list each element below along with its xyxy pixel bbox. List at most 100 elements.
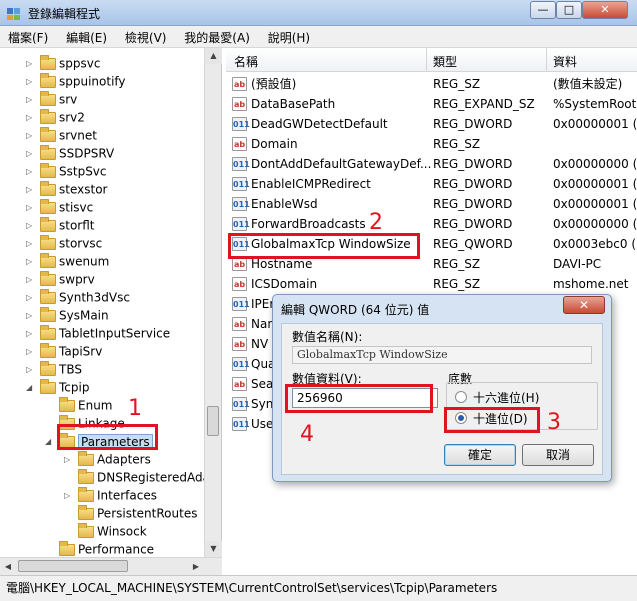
list-item[interactable]: 011 DeadGWDetectDefault REG_DWORD 0x0000000… [226,114,637,134]
binary-value-icon: 011 [232,157,250,171]
tree-item[interactable]: DNSRegisteredAda [64,468,210,486]
hex-radio[interactable] [455,391,467,403]
list-item[interactable]: 011 EnableWsd REG_DWORD 0x00000001 ( [226,194,637,214]
list-item[interactable]: ab DataBasePath REG_EXPAND_SZ %SystemRoot [226,94,637,114]
registry-tree[interactable]: ▷ sppsvc ▷ sppuinotify ▷ srv ▷ srv2 ▷ srvnet ▷ SSDP… [0,48,222,575]
tree-item[interactable]: ▷ TabletInputService [26,324,170,342]
list-item[interactable]: ab Domain REG_SZ [226,134,637,154]
scroll-right-icon[interactable]: ▶ [188,558,204,575]
tree-item[interactable]: Enum [45,396,112,414]
tree-item-label: Winsock [97,524,147,539]
collapse-arrow-icon[interactable]: ◢ [26,379,36,397]
expand-arrow-icon[interactable]: ▷ [26,181,36,199]
cancel-button[interactable]: 取消 [522,444,594,466]
tree-item[interactable]: ▷ SysMain [26,306,109,324]
string-value-icon: ab [232,137,247,151]
value-type: REG_DWORD [433,157,513,171]
dialog-close-button[interactable]: ✕ [563,296,605,314]
tree-item[interactable]: ▷ srv2 [26,108,85,126]
string-value-icon: ab [232,77,247,91]
expand-arrow-icon[interactable]: ▷ [26,343,36,361]
tree-vertical-scrollbar[interactable]: ▲ ▼ [204,48,222,557]
column-name[interactable]: 名稱 [234,53,258,70]
tree-item[interactable]: ▷ Interfaces [64,486,157,504]
expand-arrow-icon[interactable]: ▷ [26,325,36,343]
expand-arrow-icon[interactable]: ▷ [26,55,36,73]
tree-item[interactable]: ▷ srv [26,90,77,108]
hscroll-thumb[interactable] [18,560,128,572]
tree-item[interactable]: Performance [45,540,154,558]
value-type: REG_DWORD [433,217,513,231]
list-item[interactable]: ab ICSDomain REG_SZ mshome.net [226,274,637,294]
list-item[interactable]: 011 DontAddDefaultGatewayDef... REG_DWORD 0… [226,154,637,174]
tree-item[interactable]: Winsock [64,522,147,540]
expand-arrow-icon[interactable]: ▷ [26,307,36,325]
expand-arrow-icon[interactable]: ▷ [26,253,36,271]
expand-arrow-icon[interactable]: ▷ [26,361,36,379]
string-value-icon: ab [232,257,247,271]
expand-arrow-icon[interactable]: ▷ [26,289,36,307]
expand-arrow-icon[interactable]: ▷ [26,145,36,163]
tree-item[interactable]: ▷ TBS [26,360,82,378]
tree-item[interactable]: ▷ srvnet [26,126,97,144]
menu-view[interactable]: 檢視(V) [119,26,173,49]
status-bar: 電腦\HKEY_LOCAL_MACHINE\SYSTEM\CurrentCont… [0,575,637,601]
expand-arrow-icon[interactable]: ▷ [26,235,36,253]
tree-item[interactable]: ▷ stexstor [26,180,107,198]
expand-arrow-icon[interactable]: ▷ [26,163,36,181]
tree-item[interactable]: ▷ sppsvc [26,54,100,72]
tree-item[interactable]: ▷ swenum [26,252,109,270]
list-item[interactable]: 011 EnableICMPRedirect REG_DWORD 0x00000001… [226,174,637,194]
tree-item[interactable]: ▷ TapiSrv [26,342,102,360]
minimize-button[interactable]: — [530,1,556,19]
scroll-thumb[interactable] [207,406,219,436]
tree-horizontal-scrollbar[interactable]: ◀ ▶ [0,557,222,575]
menu-favorites[interactable]: 我的最愛(A) [178,26,256,49]
expand-arrow-icon[interactable]: ▷ [26,73,36,91]
expand-arrow-icon[interactable]: ▷ [64,487,74,505]
tree-item-label: storflt [59,218,95,233]
tree-item-label: stexstor [59,182,108,197]
scroll-down-icon[interactable]: ▼ [205,541,222,557]
list-item[interactable]: ab (預設值) REG_SZ (數值未設定) [226,74,637,94]
expand-arrow-icon[interactable]: ▷ [26,109,36,127]
expand-arrow-icon[interactable]: ▷ [26,199,36,217]
tree-item[interactable]: ▷ stisvc [26,198,93,216]
collapse-arrow-icon[interactable]: ◢ [45,433,55,451]
value-name: DeadGWDetectDefault [251,117,388,131]
menu-file[interactable]: 檔案(F) [2,26,54,49]
list-item[interactable]: 011 ForwardBroadcasts REG_DWORD 0x00000000 … [226,214,637,234]
tree-item[interactable]: ▷ sppuinotify [26,72,126,90]
column-type[interactable]: 類型 [433,53,457,70]
menu-help[interactable]: 說明(H) [262,26,316,49]
menu-edit[interactable]: 編輯(E) [60,26,113,49]
tree-item[interactable]: ▷ Adapters [64,450,151,468]
expand-arrow-icon[interactable]: ▷ [26,91,36,109]
tree-item-label: Synth3dVsc [59,290,130,305]
tree-item[interactable]: ◢ Tcpip [26,378,89,396]
scroll-up-icon[interactable]: ▲ [205,48,222,64]
column-data[interactable]: 資料 [553,53,577,70]
tree-item[interactable]: PersistentRoutes [64,504,197,522]
maximize-button[interactable]: □ [556,1,582,19]
tree-item[interactable]: ▷ swprv [26,270,95,288]
tree-item[interactable]: ▷ SstpSvc [26,162,107,180]
close-button[interactable]: ✕ [582,1,628,19]
dialog-title: 編輯 QWORD (64 位元) 值 [281,303,430,317]
tree-item[interactable]: ▷ Synth3dVsc [26,288,130,306]
ok-button[interactable]: 確定 [444,444,516,466]
binary-value-icon: 011 [232,357,250,371]
tree-item-label: DNSRegisteredAda [97,470,210,485]
expand-arrow-icon[interactable]: ▷ [64,451,74,469]
expand-arrow-icon[interactable]: ▷ [26,217,36,235]
tree-item[interactable]: ▷ SSDPSRV [26,144,114,162]
value-type: REG_DWORD [433,177,513,191]
tree-item[interactable]: ▷ storflt [26,216,95,234]
expand-arrow-icon[interactable]: ▷ [26,271,36,289]
value-name: EnableWsd [251,197,318,211]
value-name: DataBasePath [251,97,336,111]
scroll-left-icon[interactable]: ◀ [0,558,16,575]
tree-item[interactable]: ▷ storvsc [26,234,102,252]
hex-label[interactable]: 十六進位(H) [473,389,539,406]
expand-arrow-icon[interactable]: ▷ [26,127,36,145]
